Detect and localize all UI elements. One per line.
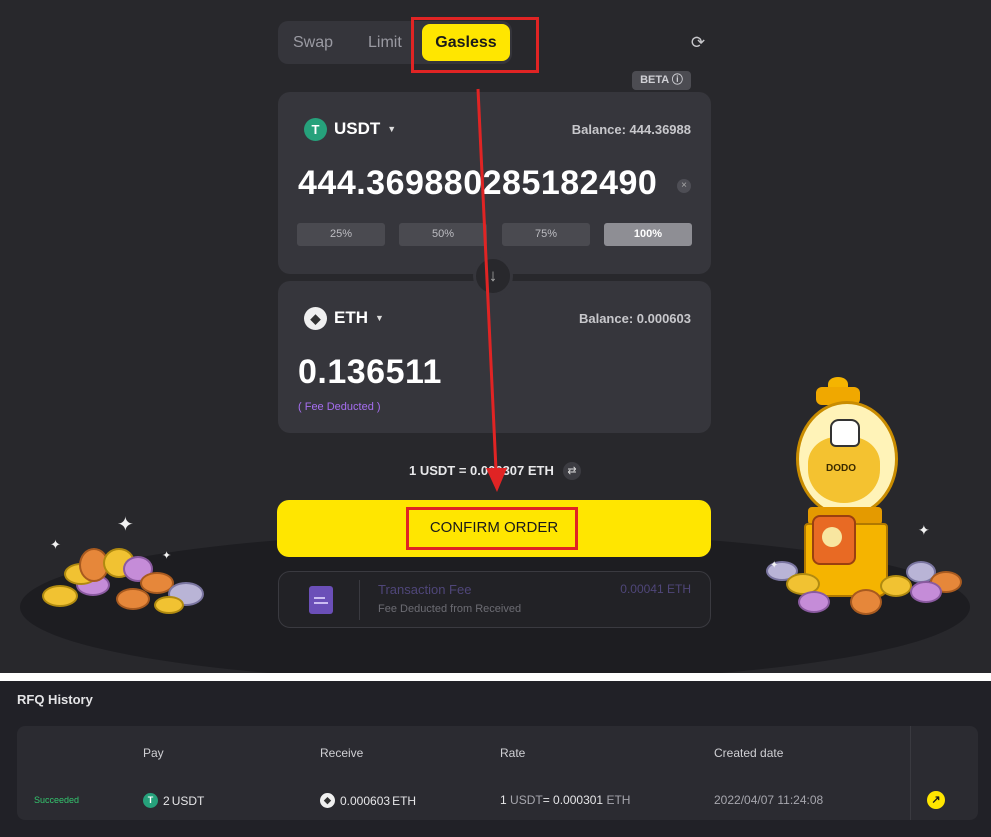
rate-cell: 1 USDT = 0.000301 ETH <box>500 793 630 807</box>
rfq-history-panel: RFQ History Pay Receive Rate Created dat… <box>0 681 991 837</box>
external-link-icon[interactable]: ↗ <box>927 791 945 809</box>
mascot-label: DODO <box>826 463 856 474</box>
pay-cell: T 2 USDT <box>143 793 204 808</box>
sparkle-icon: ✦ <box>918 522 930 538</box>
receive-amount: 0.000603 <box>340 793 391 808</box>
column-header-rate: Rate <box>500 746 526 760</box>
rate-right-token: ETH <box>606 793 631 807</box>
pay-token: USDT <box>171 793 205 808</box>
receive-cell: ◆ 0.000603 ETH <box>320 793 416 808</box>
eth-icon: ◆ <box>320 793 335 808</box>
sparkle-icon: ✦ <box>162 550 172 562</box>
gumball-machine-illustration: DODO <box>760 375 970 625</box>
created-date: 2022/04/07 11:24:08 <box>714 793 824 807</box>
rfq-history-table: Pay Receive Rate Created date Succeeded … <box>17 726 978 820</box>
rate-equals-value: = 0.000301 <box>542 793 604 807</box>
column-header-pay: Pay <box>143 746 164 760</box>
status-badge: Succeeded <box>34 795 80 805</box>
rate-left-amount: 1 <box>500 793 507 807</box>
receive-token: ETH <box>392 793 417 808</box>
sparkle-icon: ✦ <box>117 514 134 536</box>
sparkle-icon: ✦ <box>770 560 779 571</box>
sparkle-icon: ✦ <box>50 537 61 552</box>
swap-panel: Swap Limit Gasless ⟳ BETA ⓘ T USDT ▼ Bal… <box>0 0 991 673</box>
column-header-created-date: Created date <box>714 746 784 760</box>
rfq-history-title: RFQ History <box>17 692 93 707</box>
column-header-receive: Receive <box>320 746 364 760</box>
usdt-icon: T <box>143 793 158 808</box>
rate-left-token: USDT <box>510 793 543 807</box>
divider <box>910 726 911 820</box>
pay-amount: 2 <box>163 793 170 808</box>
